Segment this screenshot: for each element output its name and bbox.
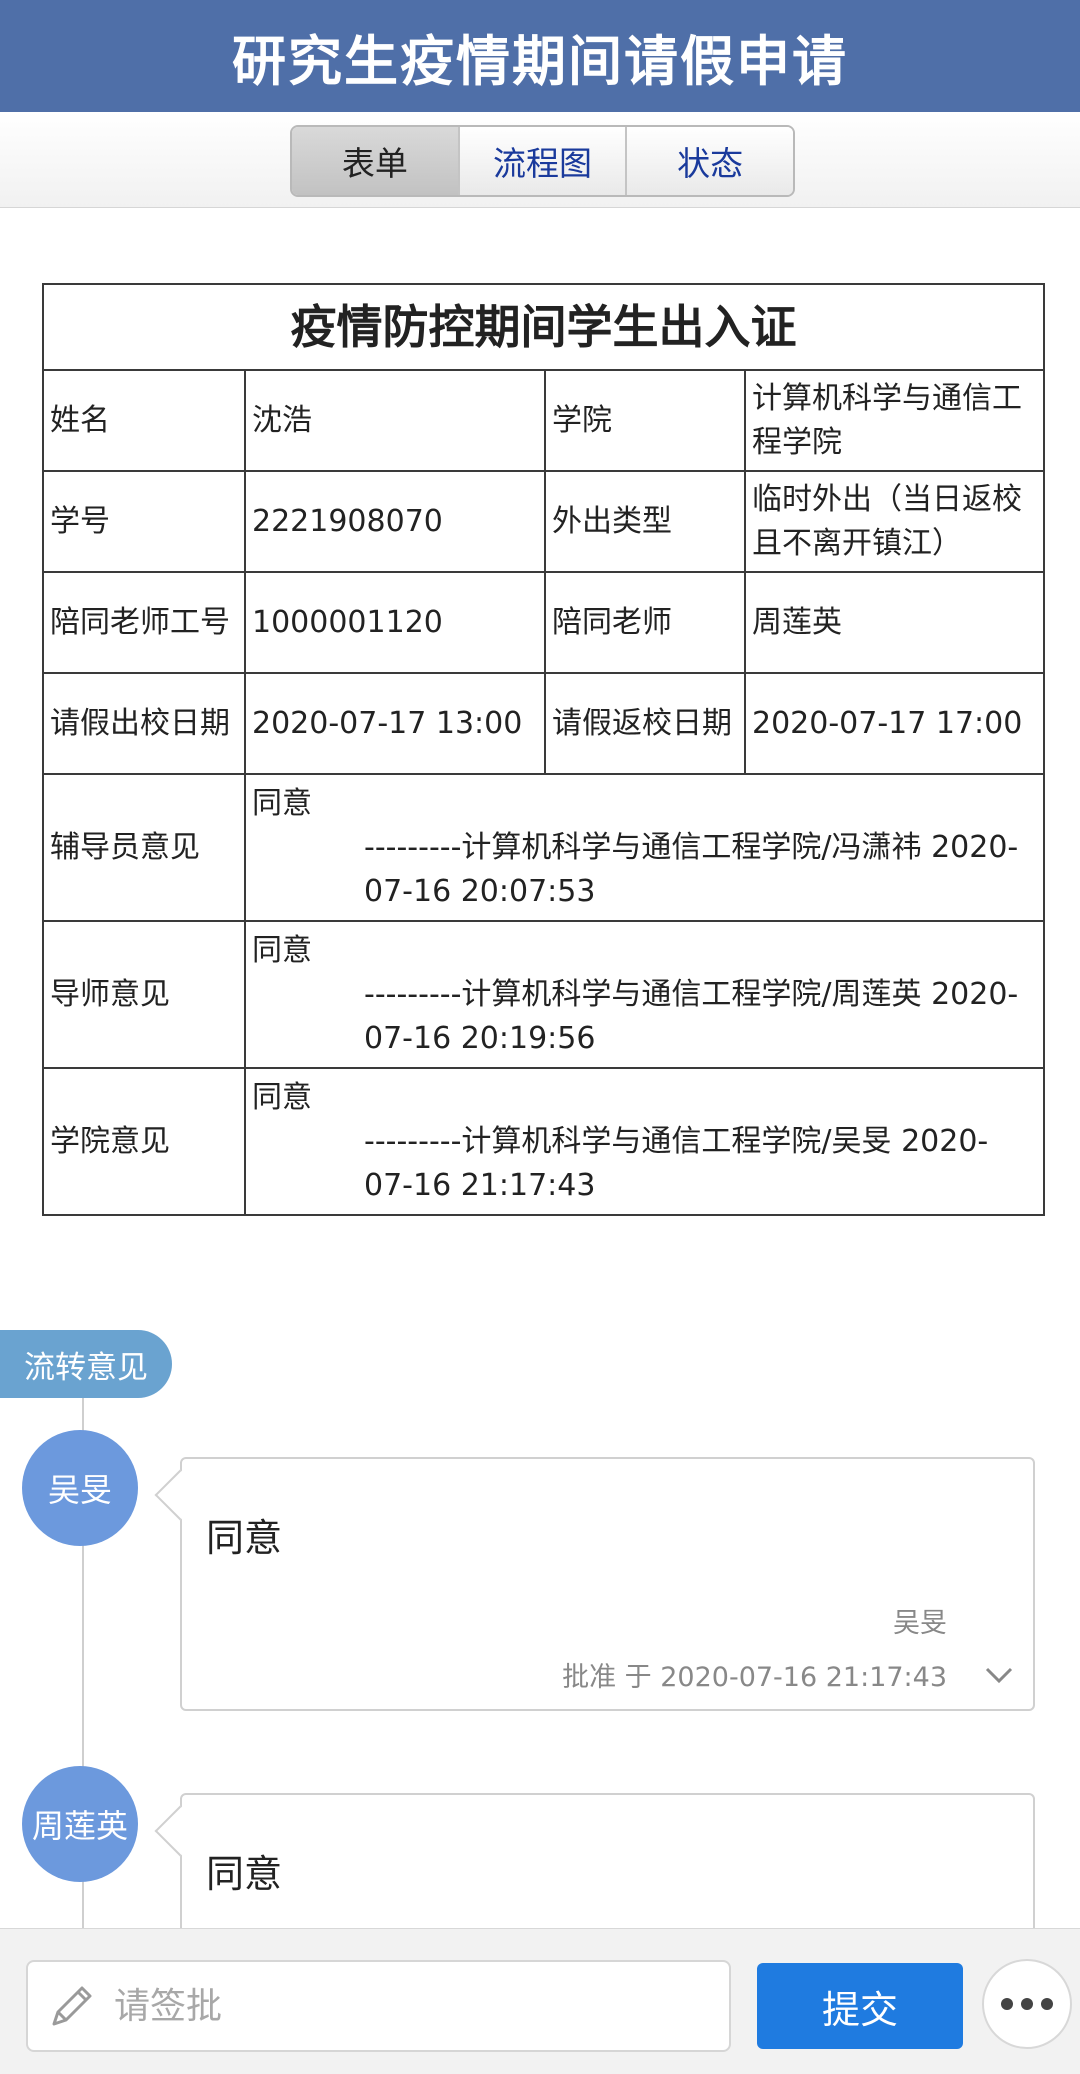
leave-date-label: 请假出校日期 bbox=[42, 672, 246, 775]
avatar: 吴旻 bbox=[22, 1430, 138, 1546]
bottom-bar: 提交 bbox=[0, 1928, 1080, 2074]
opinion-text: 同意 bbox=[252, 932, 312, 968]
sign-input-box[interactable] bbox=[26, 1960, 731, 2052]
table-row: 陪同老师工号 1000001120 陪同老师 周莲英 bbox=[42, 571, 1045, 674]
opinion-signature: ---------计算机科学与通信工程学院/周莲英 2020-07-16 20:… bbox=[364, 976, 1019, 1056]
leave-date-value: 2020-07-17 13:00 bbox=[244, 672, 546, 775]
form-title: 疫情防控期间学生出入证 bbox=[42, 283, 1045, 371]
teacher-id-value: 1000001120 bbox=[244, 571, 546, 674]
segmented-tabs: 表单 流程图 状态 bbox=[290, 125, 795, 197]
submit-button[interactable]: 提交 bbox=[757, 1963, 963, 2049]
more-icon[interactable] bbox=[982, 1959, 1072, 2049]
app-header: 研究生疫情期间请假申请 bbox=[0, 0, 1080, 112]
card-comment: 同意 bbox=[206, 1852, 283, 1896]
dot bbox=[1021, 1998, 1033, 2010]
dot bbox=[1041, 1998, 1053, 2010]
opinion-card: 同意 吴旻 批准 于 2020-07-16 21:17:43 bbox=[154, 1457, 1035, 1711]
supervisor-opinion-value: 同意 ---------计算机科学与通信工程学院/周莲英 2020-07-16 … bbox=[244, 920, 1045, 1069]
teacher-id-label: 陪同老师工号 bbox=[42, 571, 246, 674]
student-id-label: 学号 bbox=[42, 470, 246, 573]
card-comment: 同意 bbox=[206, 1516, 283, 1560]
outing-type-label: 外出类型 bbox=[544, 470, 746, 573]
pen-icon bbox=[52, 1986, 92, 2026]
student-id-value: 2221908070 bbox=[244, 470, 546, 573]
card-user: 吴旻 bbox=[893, 1608, 947, 1639]
tab-status[interactable]: 状态 bbox=[625, 127, 793, 195]
page-title: 研究生疫情期间请假申请 bbox=[232, 29, 848, 93]
outing-type-value: 临时外出（当日返校且不离开镇江） bbox=[744, 470, 1045, 573]
supervisor-opinion-label: 导师意见 bbox=[42, 920, 246, 1069]
college-value: 计算机科学与通信工程学院 bbox=[744, 369, 1045, 472]
return-date-label: 请假返校日期 bbox=[544, 672, 746, 775]
chevron-down-icon[interactable] bbox=[979, 1655, 1019, 1695]
name-label: 姓名 bbox=[42, 369, 246, 472]
table-row: 学号 2221908070 外出类型 临时外出（当日返校且不离开镇江） bbox=[42, 470, 1045, 573]
tab-form[interactable]: 表单 bbox=[292, 127, 458, 195]
counselor-opinion-value: 同意 ---------计算机科学与通信工程学院/冯潇祎 2020-07-16 … bbox=[244, 773, 1045, 922]
teacher-value: 周莲英 bbox=[744, 571, 1045, 674]
sign-input[interactable] bbox=[114, 1985, 714, 2027]
counselor-opinion-label: 辅导员意见 bbox=[42, 773, 246, 922]
college-opinion-label: 学院意见 bbox=[42, 1067, 246, 1216]
pass-form-table: 疫情防控期间学生出入证 姓名 沈浩 学院 计算机科学与通信工程学院 学号 222… bbox=[42, 283, 1045, 1216]
table-row: 姓名 沈浩 学院 计算机科学与通信工程学院 bbox=[42, 369, 1045, 472]
name-value: 沈浩 bbox=[244, 369, 546, 472]
dot bbox=[1001, 1998, 1013, 2010]
teacher-label: 陪同老师 bbox=[544, 571, 746, 674]
college-opinion-value: 同意 ---------计算机科学与通信工程学院/吴旻 2020-07-16 2… bbox=[244, 1067, 1045, 1216]
table-row: 导师意见 同意 ---------计算机科学与通信工程学院/周莲英 2020-0… bbox=[42, 920, 1045, 1069]
opinion-text: 同意 bbox=[252, 785, 312, 821]
opinion-signature: ---------计算机科学与通信工程学院/冯潇祎 2020-07-16 20:… bbox=[364, 829, 1019, 909]
card-pointer bbox=[154, 1469, 206, 1521]
card-time: 批准 于 2020-07-16 21:17:43 bbox=[562, 1662, 947, 1693]
card-pointer bbox=[154, 1805, 206, 1857]
table-row: 学院意见 同意 ---------计算机科学与通信工程学院/吴旻 2020-07… bbox=[42, 1067, 1045, 1216]
flow-opinions-badge: 流转意见 bbox=[0, 1330, 172, 1398]
opinion-text: 同意 bbox=[252, 1079, 312, 1115]
return-date-value: 2020-07-17 17:00 bbox=[744, 672, 1045, 775]
tab-bar: 表单 流程图 状态 bbox=[0, 112, 1080, 208]
opinion-signature: ---------计算机科学与通信工程学院/吴旻 2020-07-16 21:1… bbox=[364, 1123, 989, 1203]
table-row: 辅导员意见 同意 ---------计算机科学与通信工程学院/冯潇祎 2020-… bbox=[42, 773, 1045, 922]
tab-flowchart[interactable]: 流程图 bbox=[457, 127, 626, 195]
table-row: 请假出校日期 2020-07-17 13:00 请假返校日期 2020-07-1… bbox=[42, 672, 1045, 775]
avatar: 周莲英 bbox=[22, 1766, 138, 1882]
college-label: 学院 bbox=[544, 369, 746, 472]
